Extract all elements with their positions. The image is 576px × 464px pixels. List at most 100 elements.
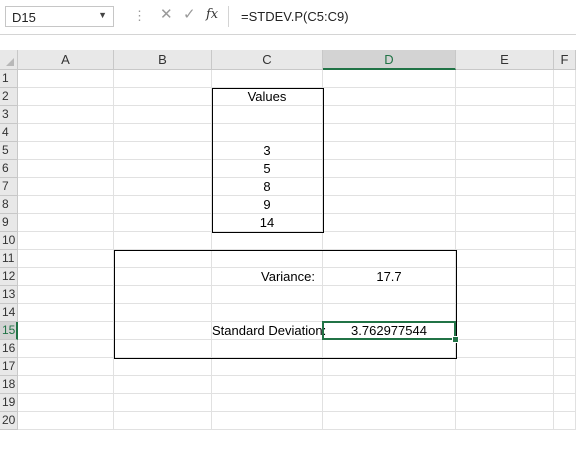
- cell-e2[interactable]: [456, 88, 554, 106]
- cell-a19[interactable]: [18, 394, 114, 412]
- cell-c9[interactable]: 14: [212, 214, 323, 232]
- row-header-7[interactable]: 7: [0, 178, 18, 196]
- cell-b7[interactable]: [114, 178, 212, 196]
- cell-c11[interactable]: [212, 250, 323, 268]
- cell-d15[interactable]: 3.762977544: [323, 322, 456, 340]
- row-header-10[interactable]: 10: [0, 232, 18, 250]
- column-header-f[interactable]: F: [554, 50, 576, 70]
- cell-a8[interactable]: [18, 196, 114, 214]
- name-box[interactable]: D15 ▼: [5, 6, 114, 27]
- cell-f18[interactable]: [554, 376, 576, 394]
- cell-d6[interactable]: [323, 160, 456, 178]
- cell-e6[interactable]: [456, 160, 554, 178]
- cell-b13[interactable]: [114, 286, 212, 304]
- row-header-1[interactable]: 1: [0, 70, 18, 88]
- cell-e1[interactable]: [456, 70, 554, 88]
- cell-a6[interactable]: [18, 160, 114, 178]
- row-header-2[interactable]: 2: [0, 88, 18, 106]
- cell-a2[interactable]: [18, 88, 114, 106]
- cell-d19[interactable]: [323, 394, 456, 412]
- cell-c18[interactable]: [212, 376, 323, 394]
- cell-f5[interactable]: [554, 142, 576, 160]
- cell-b14[interactable]: [114, 304, 212, 322]
- cell-c3[interactable]: [212, 106, 323, 124]
- cell-d10[interactable]: [323, 232, 456, 250]
- cell-e14[interactable]: [456, 304, 554, 322]
- cell-f10[interactable]: [554, 232, 576, 250]
- cell-e13[interactable]: [456, 286, 554, 304]
- cell-d13[interactable]: [323, 286, 456, 304]
- cell-b15[interactable]: [114, 322, 212, 340]
- cell-f15[interactable]: [554, 322, 576, 340]
- cell-b16[interactable]: [114, 340, 212, 358]
- cell-f7[interactable]: [554, 178, 576, 196]
- cell-f1[interactable]: [554, 70, 576, 88]
- cell-a12[interactable]: [18, 268, 114, 286]
- row-header-18[interactable]: 18: [0, 376, 18, 394]
- cell-c20[interactable]: [212, 412, 323, 430]
- cell-c16[interactable]: [212, 340, 323, 358]
- cell-f17[interactable]: [554, 358, 576, 376]
- cell-e11[interactable]: [456, 250, 554, 268]
- cell-a13[interactable]: [18, 286, 114, 304]
- cell-b1[interactable]: [114, 70, 212, 88]
- cell-a3[interactable]: [18, 106, 114, 124]
- row-header-6[interactable]: 6: [0, 160, 18, 178]
- cell-d11[interactable]: [323, 250, 456, 268]
- chevron-down-icon[interactable]: ▼: [98, 10, 107, 20]
- cell-d4[interactable]: [323, 124, 456, 142]
- cell-f6[interactable]: [554, 160, 576, 178]
- cell-b18[interactable]: [114, 376, 212, 394]
- column-header-b[interactable]: B: [114, 50, 212, 70]
- cell-f12[interactable]: [554, 268, 576, 286]
- cell-c5[interactable]: 3: [212, 142, 323, 160]
- row-header-13[interactable]: 13: [0, 286, 18, 304]
- cell-b3[interactable]: [114, 106, 212, 124]
- cell-b20[interactable]: [114, 412, 212, 430]
- cell-a11[interactable]: [18, 250, 114, 268]
- cell-f16[interactable]: [554, 340, 576, 358]
- row-header-4[interactable]: 4: [0, 124, 18, 142]
- cell-e19[interactable]: [456, 394, 554, 412]
- cell-e12[interactable]: [456, 268, 554, 286]
- cell-e16[interactable]: [456, 340, 554, 358]
- cell-c7[interactable]: 8: [212, 178, 323, 196]
- row-header-3[interactable]: 3: [0, 106, 18, 124]
- cell-b9[interactable]: [114, 214, 212, 232]
- cell-c15[interactable]: Standard Deviation:: [212, 322, 326, 340]
- cell-c6[interactable]: 5: [212, 160, 323, 178]
- cell-d8[interactable]: [323, 196, 456, 214]
- cell-a14[interactable]: [18, 304, 114, 322]
- column-header-a[interactable]: A: [18, 50, 114, 70]
- cell-d17[interactable]: [323, 358, 456, 376]
- cell-e8[interactable]: [456, 196, 554, 214]
- cell-a17[interactable]: [18, 358, 114, 376]
- cell-e7[interactable]: [456, 178, 554, 196]
- cell-d7[interactable]: [323, 178, 456, 196]
- cell-f3[interactable]: [554, 106, 576, 124]
- cell-e5[interactable]: [456, 142, 554, 160]
- enter-icon[interactable]: ✓: [183, 5, 196, 23]
- cell-c10[interactable]: [212, 232, 323, 250]
- cell-f13[interactable]: [554, 286, 576, 304]
- cancel-icon[interactable]: ✕: [160, 5, 173, 23]
- formula-input[interactable]: =STDEV.P(C5:C9): [228, 6, 576, 27]
- cell-a16[interactable]: [18, 340, 114, 358]
- cell-b12[interactable]: [114, 268, 212, 286]
- row-header-16[interactable]: 16: [0, 340, 18, 358]
- row-header-11[interactable]: 11: [0, 250, 18, 268]
- cell-b5[interactable]: [114, 142, 212, 160]
- cell-d1[interactable]: [323, 70, 456, 88]
- cell-b19[interactable]: [114, 394, 212, 412]
- cell-b4[interactable]: [114, 124, 212, 142]
- cell-e3[interactable]: [456, 106, 554, 124]
- cell-e20[interactable]: [456, 412, 554, 430]
- cell-c2[interactable]: Values: [212, 88, 323, 106]
- row-header-8[interactable]: 8: [0, 196, 18, 214]
- cell-c19[interactable]: [212, 394, 323, 412]
- cell-a1[interactable]: [18, 70, 114, 88]
- cell-d3[interactable]: [323, 106, 456, 124]
- row-header-12[interactable]: 12: [0, 268, 18, 286]
- cell-a10[interactable]: [18, 232, 114, 250]
- cell-a18[interactable]: [18, 376, 114, 394]
